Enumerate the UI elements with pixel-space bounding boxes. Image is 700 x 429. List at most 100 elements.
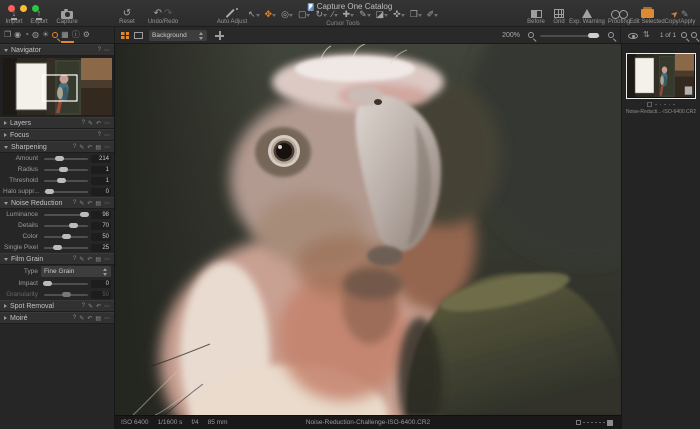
zoom-slider-thumb[interactable] [588, 33, 599, 38]
straighten-tool[interactable]: ∕ [332, 9, 338, 19]
help-icon[interactable]: ? [82, 303, 85, 309]
redo-icon[interactable]: ↷ [164, 8, 172, 19]
copy-apply-button[interactable]: ➤ ✎ Copy/Apply [662, 7, 698, 25]
add-cursor-icon[interactable] [215, 31, 224, 40]
navigator-panel-header[interactable]: Navigator ? ⋯ [0, 44, 114, 56]
more-icon[interactable]: ⋯ [104, 132, 110, 139]
single-pixel-slider-thumb[interactable] [52, 245, 62, 250]
presets-icon[interactable]: ▤ [95, 144, 101, 151]
disclosure-down-icon[interactable] [4, 257, 8, 261]
more-icon[interactable]: ⋯ [104, 315, 110, 322]
rotate-tool[interactable]: ↻ [315, 9, 327, 19]
radius-slider-thumb[interactable] [59, 167, 69, 172]
crop-tool[interactable]: ▢ [298, 9, 311, 19]
exposure-warning-button[interactable]: Exp. Warning [567, 8, 607, 25]
color-slider-thumb[interactable] [62, 234, 72, 239]
viewer-margin-control[interactable] [575, 419, 613, 426]
reset-icon[interactable]: ↶ [87, 200, 92, 207]
reset-icon[interactable]: ↶ [96, 303, 101, 310]
zoom-out-icon[interactable] [528, 32, 534, 38]
import-button[interactable]: ↓ Import [2, 8, 26, 25]
single-view-icon[interactable] [134, 32, 143, 39]
focus-panel-header[interactable]: Focus ? ⋯ [0, 129, 114, 141]
amount-value[interactable]: 214 [91, 154, 111, 163]
edit-icon[interactable]: ✎ [79, 200, 84, 207]
adjustments-tab[interactable]: ▦ [61, 31, 69, 39]
disclosure-right-icon[interactable] [4, 304, 7, 308]
grid-button[interactable]: Grid [549, 8, 569, 25]
metadata-tab[interactable]: ⓘ [72, 31, 80, 39]
edit-icon[interactable]: ✎ [88, 120, 93, 127]
undo-redo-group[interactable]: ↶ ↷ Undo/Redo [142, 8, 184, 25]
luminance-value[interactable]: 98 [91, 210, 111, 219]
reset-button[interactable]: ↺ Reset [113, 8, 141, 25]
pan-tool[interactable]: ✥ [265, 9, 277, 19]
luminance-slider-thumb[interactable] [80, 212, 90, 217]
margin-small-icon[interactable] [575, 420, 581, 425]
sharpening-panel-header[interactable]: Sharpening ? ✎ ↶ ▤ ⋯ [0, 141, 114, 153]
background-select[interactable]: Background [149, 30, 207, 41]
before-button[interactable]: Before [523, 8, 549, 25]
color-tab[interactable]: ◍ [32, 31, 39, 39]
draw-mask-tool[interactable]: ✎ [359, 9, 371, 19]
select-tool[interactable]: ↖ [248, 9, 260, 19]
presets-icon[interactable]: ▤ [95, 256, 101, 263]
amount-slider-thumb[interactable] [54, 156, 64, 161]
heal-tool[interactable]: ✜ [393, 9, 405, 19]
single-pixel-value[interactable]: 25 [91, 243, 111, 252]
help-icon[interactable]: ? [73, 315, 76, 321]
export-button[interactable]: ↑ Export [27, 8, 51, 25]
halo-suppression-value[interactable]: 0 [91, 187, 111, 196]
capture-tab[interactable]: ◉ [14, 31, 21, 39]
spot-removal-tool[interactable]: ✚ [343, 9, 355, 19]
threshold-value[interactable]: 1 [91, 176, 111, 185]
more-icon[interactable]: ⋯ [104, 256, 110, 263]
more-icon[interactable]: ⋯ [104, 303, 110, 310]
edit-icon[interactable]: ✎ [79, 256, 84, 263]
filter-eye-icon[interactable] [628, 33, 638, 39]
radius-slider[interactable] [44, 167, 88, 172]
impact-value[interactable]: 0 [91, 279, 111, 288]
details-slider-thumb[interactable] [68, 223, 78, 228]
rating-checkbox[interactable] [647, 102, 653, 107]
image-viewer[interactable] [115, 44, 621, 415]
library-tab[interactable]: ❐ [4, 31, 11, 39]
navigator-preview[interactable] [0, 56, 114, 117]
help-icon[interactable]: ? [82, 120, 85, 126]
single-pixel-slider[interactable] [44, 245, 88, 250]
loupe-tool[interactable]: ◎ [281, 9, 293, 19]
edit-icon[interactable]: ✎ [79, 315, 84, 322]
disclosure-down-icon[interactable] [4, 201, 8, 205]
capture-button[interactable]: Capture [52, 8, 82, 25]
reset-icon[interactable]: ↶ [87, 256, 92, 263]
zoom-in-icon[interactable] [608, 32, 614, 38]
browser-thumbnail-selected[interactable] [626, 53, 696, 99]
radius-value[interactable]: 1 [91, 165, 111, 174]
halo-suppression-slider[interactable] [44, 189, 88, 194]
details-value[interactable]: 70 [91, 221, 111, 230]
spot-removal-panel-header[interactable]: Spot Removal ? ✎ ↶ ⋯ [0, 300, 114, 312]
details-tab[interactable] [52, 32, 59, 38]
output-tab[interactable]: ⚙ [83, 31, 90, 39]
edit-icon[interactable]: ✎ [88, 303, 93, 310]
reset-icon[interactable]: ↶ [96, 120, 101, 127]
sort-icon[interactable]: ⇅ [643, 30, 650, 39]
film-grain-panel-header[interactable]: Film Grain ? ✎ ↶ ▤ ⋯ [0, 253, 114, 265]
disclosure-right-icon[interactable] [4, 121, 7, 125]
undo-icon[interactable]: ↶ [154, 8, 162, 19]
more-icon[interactable]: ⋯ [104, 144, 110, 151]
disclosure-right-icon[interactable] [4, 133, 7, 137]
help-icon[interactable]: ? [73, 144, 76, 150]
zoom-slider[interactable] [540, 33, 600, 38]
exposure-tab[interactable]: ☀ [42, 31, 49, 39]
search-icon[interactable] [681, 32, 687, 38]
impact-slider[interactable] [43, 281, 88, 286]
reset-icon[interactable]: ↶ [87, 144, 92, 151]
impact-slider-thumb[interactable] [43, 281, 53, 286]
color-slider[interactable] [44, 234, 88, 239]
presets-icon[interactable]: ▤ [95, 200, 101, 207]
presets-icon[interactable]: ▤ [95, 315, 101, 322]
noise-reduction-panel-header[interactable]: Noise Reduction ? ✎ ↶ ▤ ⋯ [0, 197, 114, 209]
threshold-slider-thumb[interactable] [57, 178, 67, 183]
reset-icon[interactable]: ↶ [87, 315, 92, 322]
